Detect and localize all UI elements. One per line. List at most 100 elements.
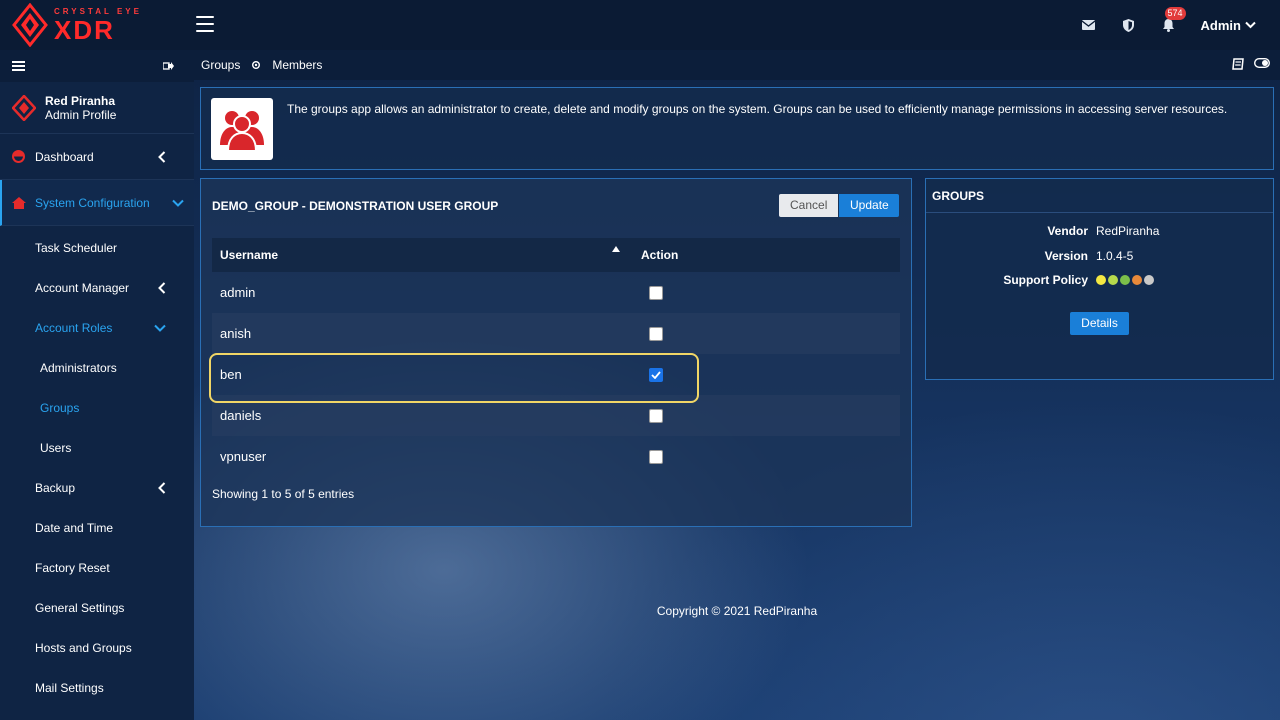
row-username: anish (220, 326, 252, 341)
sidebar-item-label: Users (40, 441, 72, 455)
sidebar-item-hosts-and-groups[interactable]: Hosts and Groups (0, 628, 194, 668)
app-info-panel: The groups app allows an administrator t… (200, 87, 1274, 170)
book-icon[interactable] (1232, 58, 1244, 70)
sidebar-item-label: Date and Time (35, 521, 114, 535)
member-checkbox-daniels[interactable] (649, 408, 663, 423)
sidebar-item-label: Backup (35, 481, 76, 495)
sidebar-item-factory-reset[interactable]: Factory Reset (0, 548, 194, 588)
support-policy-row: Support Policy (926, 273, 1275, 287)
sidebar-item-label: Mail Settings (35, 681, 104, 695)
support-dot (1108, 275, 1118, 285)
dashboard-icon (12, 150, 26, 163)
brand-big-text: XDR (54, 14, 115, 45)
sidebar-item-dashboard[interactable]: Dashboard (0, 134, 194, 180)
check-icon (651, 370, 661, 379)
details-button[interactable]: Details (1070, 312, 1129, 335)
cancel-button[interactable]: Cancel (779, 194, 838, 217)
support-dot (1144, 275, 1154, 285)
sidebar-item-system-configuration[interactable]: System Configuration (0, 180, 194, 226)
app-description: The groups app allows an administrator t… (287, 102, 1228, 116)
row-username: vpnuser (220, 449, 267, 464)
chevron-down-icon (154, 324, 166, 332)
breadcrumb: Groups Members (194, 50, 1280, 80)
sidebar-tools (0, 50, 194, 82)
main-menu-toggle-icon[interactable] (196, 16, 214, 32)
table-row: anish (212, 313, 900, 354)
column-action-label: Action (641, 248, 679, 262)
member-checkbox-anish[interactable] (649, 326, 663, 341)
row-username: ben (220, 367, 242, 382)
column-username-label: Username (220, 248, 279, 262)
main-content: Groups Members The groups app allows an … (194, 50, 1280, 720)
support-dot (1096, 275, 1106, 285)
sidebar-item-administrators[interactable]: Administrators (0, 348, 194, 388)
sort-asc-icon (612, 246, 620, 252)
member-checkbox-admin[interactable] (649, 285, 663, 300)
member-checkbox-ben[interactable] (649, 367, 663, 382)
sidebar-item-groups[interactable]: Groups (0, 388, 194, 428)
version-label: Version (1044, 249, 1088, 263)
sidebar-item-date-and-time[interactable]: Date and Time (0, 508, 194, 548)
table-row: daniels (212, 395, 900, 436)
admin-user-menu[interactable]: Admin (1201, 18, 1256, 33)
chevron-down-icon (172, 199, 184, 207)
profile-role: Admin Profile (45, 107, 117, 122)
support-dot (1132, 275, 1142, 285)
breadcrumb-separator-icon (252, 61, 261, 69)
support-policy-indicator (1096, 273, 1275, 287)
row-username: admin (220, 285, 256, 300)
sidebar-item-label: Task Scheduler (35, 241, 118, 255)
table-header: Username Action (212, 238, 900, 272)
entries-info: Showing 1 to 5 of 5 entries (212, 487, 355, 501)
red-piranha-logo-icon (12, 94, 36, 121)
notification-badge: 574 (1164, 7, 1186, 20)
member-checkbox-vpnuser[interactable] (649, 449, 663, 464)
group-title: DEMO_GROUP - DEMONSTRATION USER GROUP (212, 199, 499, 213)
sidebar-item-label: Factory Reset (35, 561, 110, 575)
vendor-row: Vendor RedPiranha (926, 224, 1275, 238)
sidebar-item-label: Groups (40, 401, 80, 415)
sidebar-item-label: General Settings (35, 601, 125, 615)
home-icon (12, 196, 26, 209)
support-policy-label: Support Policy (1003, 273, 1088, 287)
chevron-left-icon (158, 282, 166, 294)
sidebar: Red Piranha Admin Profile Dashboard Syst… (0, 50, 194, 720)
top-bar: CRYSTAL EYE XDR 574 Admin (0, 0, 1280, 50)
logout-icon[interactable] (163, 61, 174, 71)
sidebar-item-task-scheduler[interactable]: Task Scheduler (0, 228, 194, 268)
update-button[interactable]: Update (839, 194, 899, 217)
shield-icon[interactable] (1121, 17, 1137, 33)
version-value: 1.0.4-5 (1096, 249, 1134, 263)
chevron-left-icon (158, 482, 166, 494)
vendor-label: Vendor (1047, 224, 1088, 238)
sidebar-profile[interactable]: Red Piranha Admin Profile (0, 82, 194, 134)
groups-info-panel: GROUPS Vendor RedPiranha Version 1.0.4-5… (925, 178, 1274, 380)
column-username[interactable]: Username (212, 246, 632, 262)
groups-panel-title: GROUPS (926, 179, 1273, 213)
members-table: Username Action admin anish ben daniels … (212, 238, 900, 477)
admin-menu-label: Admin (1200, 17, 1241, 33)
vendor-value: RedPiranha (1096, 224, 1160, 238)
groups-app-icon (211, 98, 273, 160)
toggle-icon[interactable] (1254, 58, 1270, 68)
row-username: daniels (220, 408, 262, 423)
support-dot (1120, 275, 1130, 285)
footer-copyright: Copyright © 2021 RedPiranha (656, 604, 818, 618)
group-members-panel: DEMO_GROUP - DEMONSTRATION USER GROUP Ca… (200, 178, 912, 527)
sidebar-item-users[interactable]: Users (0, 428, 194, 468)
sidebar-item-label: Hosts and Groups (35, 641, 132, 655)
sidebar-item-account-roles[interactable]: Account Roles (0, 308, 194, 348)
bell-icon[interactable]: 574 (1161, 7, 1186, 33)
sidebar-item-label: Account Roles (35, 321, 113, 335)
crystal-eye-logo-icon (12, 3, 48, 47)
sidebar-list-icon[interactable] (12, 61, 25, 71)
brand-logo[interactable]: CRYSTAL EYE XDR (0, 0, 194, 50)
breadcrumb-groups[interactable]: Groups (201, 58, 240, 72)
sidebar-item-mail-settings[interactable]: Mail Settings (0, 668, 194, 708)
mail-icon[interactable] (1081, 17, 1097, 33)
sidebar-item-account-manager[interactable]: Account Manager (0, 268, 194, 308)
chevron-down-icon (1245, 21, 1256, 29)
sidebar-item-label: Administrators (40, 361, 117, 375)
sidebar-item-backup[interactable]: Backup (0, 468, 194, 508)
sidebar-item-general-settings[interactable]: General Settings (0, 588, 194, 628)
